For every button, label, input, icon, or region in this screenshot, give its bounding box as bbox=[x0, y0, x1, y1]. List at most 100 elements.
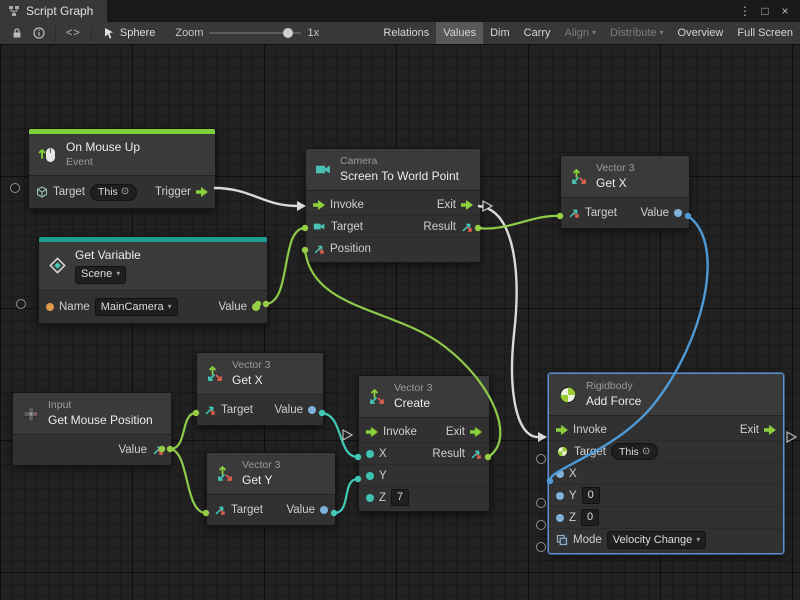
z-in-port[interactable] bbox=[366, 494, 374, 502]
graph-context[interactable]: Sphere bbox=[97, 27, 161, 39]
y-in-port[interactable] bbox=[366, 472, 374, 480]
variable-name-dropdown[interactable]: MainCamera ▾ bbox=[95, 298, 178, 316]
carry-button[interactable]: Carry bbox=[517, 22, 558, 44]
full-screen-button[interactable]: Full Screen bbox=[730, 22, 800, 44]
node-vector3-create[interactable]: Vector 3 Create Invoke Exit X Result bbox=[358, 375, 490, 512]
flow-in-icon[interactable] bbox=[556, 425, 568, 435]
node-category: Vector 3 bbox=[596, 162, 635, 176]
port-pin[interactable] bbox=[536, 498, 546, 508]
values-button[interactable]: Values bbox=[436, 22, 483, 44]
node-header[interactable]: Vector 3 Get X bbox=[561, 156, 689, 198]
graph-toolbar: <> Sphere Zoom 1x Relations Values Dim C… bbox=[0, 22, 800, 45]
result-port-label: Result bbox=[432, 448, 465, 460]
node-header[interactable]: Vector 3 Get Y bbox=[207, 453, 335, 495]
node-screen-to-world-point[interactable]: Camera Screen To World Point Invoke Exit… bbox=[305, 148, 481, 263]
node-on-mouse-up[interactable]: On Mouse Up Event Target This⊙ Trigger bbox=[28, 128, 216, 209]
close-icon[interactable]: × bbox=[776, 4, 794, 18]
flow-out-icon[interactable] bbox=[196, 187, 208, 197]
this-chip[interactable]: This⊙ bbox=[611, 443, 658, 460]
value-out-port[interactable] bbox=[308, 406, 316, 414]
node-title: Get Mouse Position bbox=[48, 413, 153, 429]
node-header[interactable]: Vector 3 Get X bbox=[197, 353, 323, 395]
chevron-down-icon: ▾ bbox=[660, 22, 664, 44]
node-header[interactable]: Get Variable Scene ▾ bbox=[39, 242, 267, 291]
vector3-port-icon[interactable] bbox=[313, 243, 325, 255]
node-get-x-mid[interactable]: Vector 3 Get X Target Value bbox=[196, 352, 324, 426]
enum-port-icon[interactable] bbox=[556, 534, 568, 546]
mode-dropdown[interactable]: Velocity Change ▾ bbox=[607, 531, 707, 549]
kebab-menu-icon[interactable]: ⋮ bbox=[736, 4, 754, 18]
x-in-port[interactable] bbox=[556, 470, 564, 478]
code-view-icon[interactable]: <> bbox=[61, 22, 86, 44]
maximize-icon[interactable]: □ bbox=[756, 4, 774, 18]
dim-button[interactable]: Dim bbox=[483, 22, 517, 44]
value-out-port[interactable] bbox=[252, 303, 260, 311]
z-value-input[interactable]: 0 bbox=[581, 509, 599, 526]
z-port-label: Z bbox=[569, 512, 576, 524]
camera-icon bbox=[315, 161, 332, 178]
node-add-force[interactable]: Rigidbody Add Force Invoke Exit Target T… bbox=[548, 373, 784, 554]
z-row: Z 0 bbox=[549, 506, 783, 528]
x-port-label: X bbox=[379, 448, 387, 460]
z-in-port[interactable] bbox=[556, 514, 564, 522]
node-get-variable[interactable]: Get Variable Scene ▾ Name MainCamera ▾ V… bbox=[38, 236, 268, 324]
window-controls: ⋮ □ × bbox=[736, 0, 800, 22]
vector3-port-icon[interactable] bbox=[152, 444, 164, 456]
align-button[interactable]: Align▾ bbox=[558, 22, 603, 44]
this-chip[interactable]: This⊙ bbox=[90, 184, 137, 201]
port-pin[interactable] bbox=[16, 299, 26, 309]
node-category: Vector 3 bbox=[242, 459, 281, 473]
exit-port-label: Exit bbox=[740, 424, 759, 436]
x-in-port[interactable] bbox=[366, 450, 374, 458]
port-pin[interactable] bbox=[536, 520, 546, 530]
lock-icon[interactable] bbox=[6, 22, 28, 44]
zoom-slider-thumb[interactable] bbox=[283, 28, 293, 38]
port-pin[interactable] bbox=[536, 454, 546, 464]
x-row: X bbox=[549, 462, 783, 484]
distribute-button[interactable]: Distribute▾ bbox=[603, 22, 670, 44]
flow-out-icon[interactable] bbox=[470, 427, 482, 437]
rigidbody-port-icon[interactable] bbox=[556, 445, 569, 458]
node-header[interactable]: Camera Screen To World Point bbox=[306, 149, 480, 191]
vector3-port-icon[interactable] bbox=[214, 504, 226, 516]
exit-port-label: Exit bbox=[437, 199, 456, 211]
node-title: On Mouse Up bbox=[66, 140, 140, 156]
port-pin[interactable] bbox=[536, 542, 546, 552]
node-get-x-right[interactable]: Vector 3 Get X Target Value bbox=[560, 155, 690, 229]
camera-port-icon[interactable] bbox=[313, 220, 326, 233]
z-value-input[interactable]: 7 bbox=[391, 489, 409, 506]
zoom-slider[interactable] bbox=[209, 22, 301, 44]
vector3-port-icon[interactable] bbox=[461, 221, 473, 233]
x-result-row: X Result bbox=[359, 442, 489, 464]
flow-out-icon[interactable] bbox=[461, 200, 473, 210]
string-port[interactable] bbox=[46, 303, 54, 311]
node-header[interactable]: Rigidbody Add Force bbox=[549, 374, 783, 416]
toolbar-separator bbox=[91, 25, 92, 41]
overview-button[interactable]: Overview bbox=[671, 22, 731, 44]
vector3-port-icon[interactable] bbox=[470, 448, 482, 460]
y-value-input[interactable]: 0 bbox=[582, 487, 600, 504]
wire-getx-to-create-x bbox=[322, 413, 358, 457]
relations-button[interactable]: Relations bbox=[376, 22, 436, 44]
distribute-label: Distribute bbox=[610, 22, 656, 44]
node-header[interactable]: On Mouse Up Event bbox=[29, 134, 215, 176]
port-pin[interactable] bbox=[10, 183, 20, 193]
value-out-port[interactable] bbox=[320, 506, 328, 514]
flow-in-icon[interactable] bbox=[313, 200, 325, 210]
vector3-port-icon[interactable] bbox=[204, 404, 216, 416]
variable-scope-dropdown[interactable]: Scene ▾ bbox=[75, 266, 126, 284]
graph-canvas[interactable]: On Mouse Up Event Target This⊙ Trigger G… bbox=[0, 44, 800, 600]
node-header[interactable]: Vector 3 Create bbox=[359, 376, 489, 418]
target-port-label: Target bbox=[53, 186, 85, 198]
this-label: This bbox=[619, 446, 639, 458]
tab-script-graph[interactable]: Script Graph bbox=[0, 0, 107, 22]
y-in-port[interactable] bbox=[556, 492, 564, 500]
node-header[interactable]: Input Get Mouse Position bbox=[13, 393, 171, 435]
flow-in-icon[interactable] bbox=[366, 427, 378, 437]
vector3-port-icon[interactable] bbox=[568, 207, 580, 219]
info-icon[interactable] bbox=[28, 22, 50, 44]
node-get-mouse-position[interactable]: Input Get Mouse Position Value bbox=[12, 392, 172, 466]
node-get-y[interactable]: Vector 3 Get Y Target Value bbox=[206, 452, 336, 526]
value-out-port[interactable] bbox=[674, 209, 682, 217]
flow-out-icon[interactable] bbox=[764, 425, 776, 435]
